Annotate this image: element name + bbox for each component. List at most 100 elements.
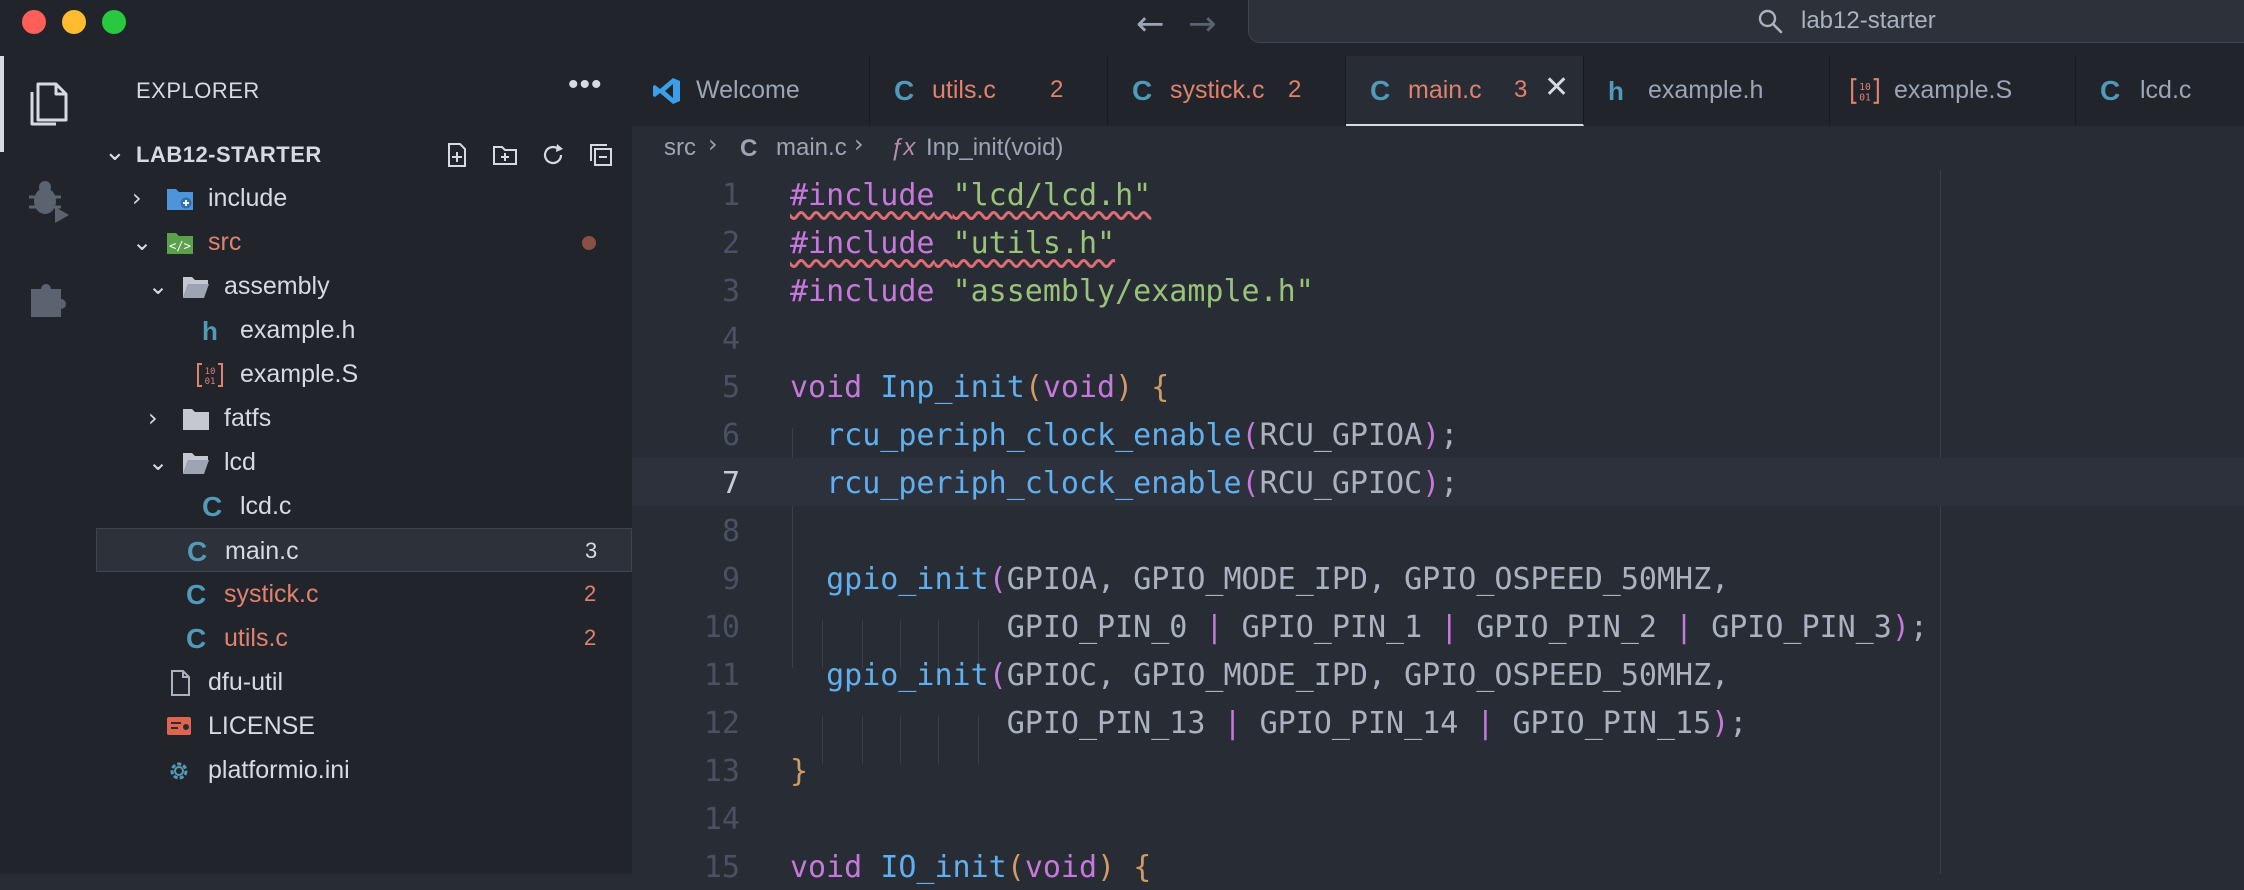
run-debug-icon [29,181,69,223]
tree-file-lcd-c[interactable]: C lcd.c [96,484,632,528]
tab-problem-badge: 2 [1050,76,1064,103]
chevron-down-icon: ⌄ [104,136,126,166]
minimize-window-button[interactable] [62,10,86,34]
tree-file-dfu-util[interactable]: dfu-util [96,660,632,704]
tree-folder-assembly[interactable]: ⌄ assembly [96,264,632,308]
search-icon [1758,9,1783,34]
line-number: 5 [721,370,740,405]
go-back-button[interactable]: ← [1136,4,1165,44]
h-file-icon: h [1608,76,1624,106]
tab-example-s[interactable]: 10 01 example.S [1830,56,2076,126]
breadcrumb-symbol[interactable]: Inp_init(void) [926,134,1063,162]
tree-label: dfu-util [208,668,284,696]
chevron-down-icon: ⌄ [132,228,153,256]
svg-text:10: 10 [205,367,216,377]
tree-label: src [208,228,242,256]
line-number: 10 [703,610,740,645]
workspace-root-label: LAB12-STARTER [136,142,322,167]
extensions-activity-button[interactable] [0,248,96,344]
tree-file-example-s[interactable]: 10 01 example.S [96,352,632,396]
svg-text:01: 01 [205,377,216,387]
folder-icon [183,409,209,430]
tree-folder-fatfs[interactable]: › fatfs [96,396,632,440]
c-file-icon: C [1132,75,1153,106]
line-number: 3 [721,274,740,309]
go-forward-button[interactable]: → [1188,4,1217,44]
chevron-right-icon: › [148,404,158,432]
chevron-down-icon: ⌄ [148,448,169,476]
code-line: 1 #include "lcd/lcd.h" [632,170,2244,218]
file-icon [171,670,190,696]
tree-label: systick.c [224,580,319,608]
tab-label: systick.c [1170,76,1265,104]
tree-folder-src[interactable]: ⌄ </> src [96,220,632,264]
tree-file-main-c[interactable]: C main.c 3 [96,528,632,572]
tree-file-utils-c[interactable]: C utils.c 2 [96,616,632,660]
tab-label: example.h [1648,76,1764,104]
tree-label: LICENSE [208,712,315,740]
c-file-icon: C [2100,75,2121,106]
license-icon [167,717,191,735]
code-text: GPIO_PIN_13 | GPIO_PIN_14 | GPIO_PIN_15)… [1006,706,1748,741]
tab-utils-c[interactable]: C utils.c 2 [870,56,1108,126]
tab-main-c[interactable]: C main.c 3 ✕ [1346,56,1584,126]
explorer-sidebar: EXPLORER ••• ⌄ LAB12-STARTER › include ⌄… [96,56,633,874]
extensions-icon [31,284,66,317]
problem-count-badge: 2 [584,581,597,606]
tree-label: lcd [224,448,256,476]
tab-problem-badge: 2 [1288,76,1302,103]
c-file-icon: C [186,579,207,610]
code-text: gpio_init(GPIOC, GPIO_MODE_IPD, GPIO_OSP… [826,658,1730,693]
code-editor[interactable]: 1 #include "lcd/lcd.h" 2 #include "utils… [632,170,2244,885]
breadcrumb-folder-src[interactable]: src [664,134,696,162]
code-text: GPIO_PIN_0 | GPIO_PIN_1 | GPIO_PIN_2 | G… [1006,610,1928,645]
tab-label: main.c [1408,76,1482,104]
tab-lcd-c[interactable]: C lcd.c [2076,56,2244,126]
explorer-activity-button[interactable] [0,56,96,152]
problem-count-badge: 2 [584,625,597,650]
tree-file-platformio-ini[interactable]: platformio.ini [96,748,632,792]
explorer-icon [30,82,68,126]
code-line: 12 GPIO_PIN_13 | GPIO_PIN_14 | GPIO_PIN_… [632,698,2244,746]
close-window-button[interactable] [22,10,46,34]
refresh-icon[interactable] [540,142,566,168]
tab-problem-badge: 3 [1514,76,1528,103]
breadcrumb: src › C main.c › ƒx Inp_init(void) [632,126,2244,170]
tree-file-example-h[interactable]: h example.h [96,308,632,352]
asm-file-icon: 10 01 [197,363,223,387]
code-text: gpio_init(GPIOA, GPIO_MODE_IPD, GPIO_OSP… [826,562,1730,597]
tab-systick-c[interactable]: C systick.c 2 [1108,56,1346,126]
tree-label: lcd.c [240,492,292,520]
tab-welcome[interactable]: Welcome [632,56,870,126]
collapse-all-icon[interactable] [588,142,614,168]
tab-example-h[interactable]: h example.h [1584,56,1830,126]
code-line-current: 7 rcu_periph_clock_enable(RCU_GPIOC); [632,458,2244,506]
tree-folder-include[interactable]: › include [96,176,632,220]
tree-file-systick-c[interactable]: C systick.c 2 [96,572,632,616]
code-line: 10 GPIO_PIN_0 | GPIO_PIN_1 | GPIO_PIN_2 … [632,602,2244,650]
command-center-search[interactable]: lab12-starter [1248,0,2244,43]
title-bar: ← → lab12-starter [0,0,2244,57]
line-number: 14 [703,802,740,837]
line-number: 6 [721,418,740,453]
code-line: 2 #include "utils.h" [632,218,2244,266]
workspace-root-header[interactable]: ⌄ LAB12-STARTER [96,132,632,176]
breadcrumb-file[interactable]: main.c [776,134,847,162]
tree-folder-lcd[interactable]: ⌄ lcd [96,440,632,484]
line-number: 7 [721,466,740,501]
tab-label: utils.c [932,76,996,104]
code-line: 4 [632,314,2244,362]
maximize-window-button[interactable] [102,10,126,34]
new-folder-icon[interactable] [492,142,518,168]
tree-file-license[interactable]: LICENSE [96,704,632,748]
new-file-icon[interactable] [444,142,470,168]
code-line: 11 gpio_init(GPIOC, GPIO_MODE_IPD, GPIO_… [632,650,2244,698]
c-file-icon: C [1370,75,1391,106]
close-tab-icon[interactable]: ✕ [1544,70,1569,105]
run-debug-activity-button[interactable] [0,152,96,248]
line-number: 9 [721,562,740,597]
more-actions-button[interactable]: ••• [568,68,603,102]
h-file-icon: h [202,316,218,346]
line-number: 11 [703,658,740,693]
code-line: 14 [632,794,2244,842]
